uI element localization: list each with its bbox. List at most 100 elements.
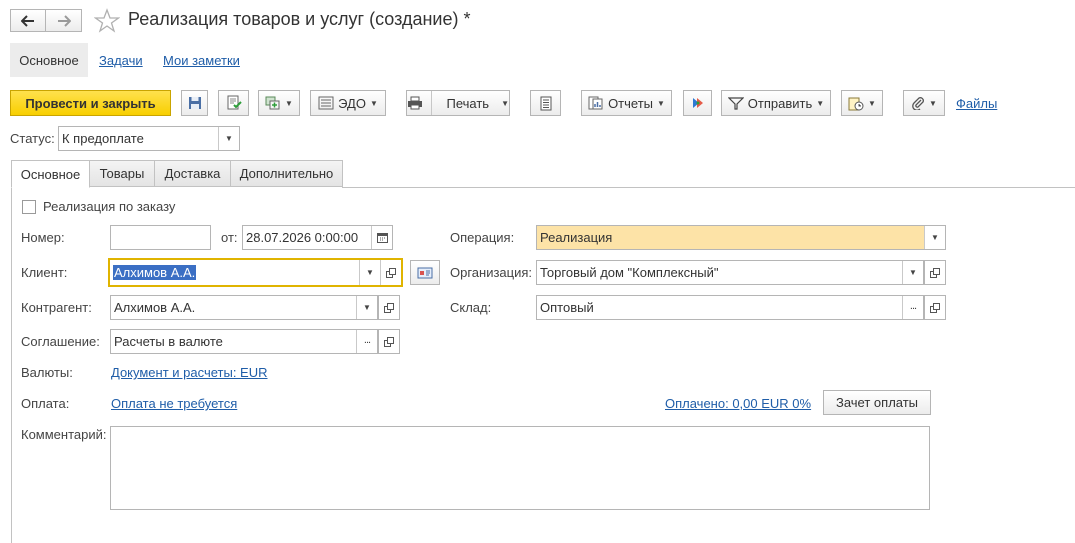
process-map-button[interactable] bbox=[683, 90, 712, 116]
save-button[interactable] bbox=[181, 90, 208, 116]
open-icon bbox=[384, 336, 394, 347]
back-button[interactable] bbox=[10, 9, 46, 32]
by-order-checkbox[interactable] bbox=[22, 200, 36, 214]
create-based-on-button[interactable]: ▼ bbox=[258, 90, 300, 116]
tab-additional[interactable]: Дополнительно bbox=[230, 160, 343, 187]
date-from-label: от: bbox=[221, 230, 238, 245]
tab-panel-border bbox=[11, 187, 12, 543]
chevron-down-icon: ▼ bbox=[501, 98, 509, 108]
chevron-down-icon[interactable]: ▼ bbox=[359, 260, 380, 285]
reports-icon bbox=[588, 96, 603, 110]
organization-value: Торговый дом "Комплексный" bbox=[540, 265, 719, 280]
client-label: Клиент: bbox=[21, 265, 68, 280]
reports-button[interactable]: Отчеты ▼ bbox=[581, 90, 672, 116]
edo-button[interactable]: ЭДО ▼ bbox=[310, 90, 386, 116]
chevron-down-icon: ▼ bbox=[657, 98, 665, 108]
topnav-main[interactable]: Основное bbox=[10, 43, 88, 77]
client-card-button[interactable] bbox=[410, 260, 440, 285]
save-icon bbox=[188, 97, 201, 109]
send-label: Отправить bbox=[747, 95, 813, 111]
organization-input[interactable]: Торговый дом "Комплексный" ▼ bbox=[536, 260, 924, 285]
chevron-down-icon[interactable]: ▼ bbox=[218, 127, 239, 150]
agreement-open-button[interactable] bbox=[378, 329, 400, 354]
payment-link[interactable]: Оплата не требуется bbox=[111, 396, 237, 411]
number-input[interactable] bbox=[110, 225, 211, 250]
chevron-down-icon: ▼ bbox=[929, 98, 937, 108]
comment-value bbox=[111, 427, 929, 430]
counterparty-value: Алхимов А.А. bbox=[114, 300, 196, 315]
payment-label: Оплата: bbox=[21, 396, 70, 411]
chevron-down-icon: ▼ bbox=[285, 98, 293, 108]
print-button[interactable]: Печать ▼ bbox=[406, 90, 510, 116]
organization-label: Организация: bbox=[450, 265, 533, 280]
tab-main[interactable]: Основное bbox=[11, 160, 90, 188]
favorite-star-icon[interactable] bbox=[93, 8, 121, 36]
by-order-label: Реализация по заказу bbox=[43, 199, 176, 214]
edo-icon bbox=[318, 96, 334, 110]
post-document-icon bbox=[227, 95, 242, 110]
open-icon bbox=[930, 267, 940, 278]
page-title: Реализация товаров и услуг (создание) * bbox=[128, 9, 471, 29]
counterparty-input[interactable]: Алхимов А.А. ▼ bbox=[110, 295, 378, 320]
warehouse-input[interactable]: Оптовый ... bbox=[536, 295, 924, 320]
date-value: 28.07.2026 0:00:00 bbox=[246, 230, 359, 245]
arrow-right-icon bbox=[57, 14, 71, 27]
status-label: Статус: bbox=[10, 131, 55, 146]
paperclip-icon bbox=[912, 97, 924, 110]
paid-link[interactable]: Оплачено: 0,00 EUR 0% bbox=[665, 396, 811, 411]
chevron-down-icon[interactable]: ▼ bbox=[902, 261, 923, 284]
send-icon bbox=[727, 97, 744, 110]
organization-open-button[interactable] bbox=[924, 260, 946, 285]
currency-label: Валюты: bbox=[21, 365, 73, 380]
agreement-value: Расчеты в валюте bbox=[114, 334, 223, 349]
select-dots-icon[interactable]: ... bbox=[356, 330, 377, 353]
status-select[interactable]: К предоплате ▼ bbox=[58, 126, 240, 151]
counterparty-open-button[interactable] bbox=[378, 295, 400, 320]
files-link[interactable]: Файлы bbox=[956, 96, 997, 111]
chevron-down-icon[interactable]: ▼ bbox=[356, 296, 377, 319]
create-based-on-icon bbox=[265, 96, 280, 110]
number-label: Номер: bbox=[21, 230, 65, 245]
warehouse-open-button[interactable] bbox=[924, 295, 946, 320]
open-icon[interactable] bbox=[380, 260, 401, 285]
print-label: Печать bbox=[446, 95, 490, 111]
client-input[interactable]: Алхимов А.А. ▼ bbox=[108, 258, 403, 287]
client-value: Алхимов А.А. bbox=[113, 265, 197, 280]
open-icon bbox=[384, 302, 394, 313]
status-value: К предоплате bbox=[62, 131, 144, 146]
card-icon bbox=[417, 267, 433, 278]
send-button[interactable]: Отправить ▼ bbox=[721, 90, 831, 116]
tab-goods[interactable]: Товары bbox=[89, 160, 155, 187]
tab-delivery[interactable]: Доставка bbox=[154, 160, 231, 187]
structure-button[interactable] bbox=[530, 90, 561, 116]
chevron-down-icon: ▼ bbox=[369, 98, 378, 108]
date-input[interactable]: 28.07.2026 0:00:00 bbox=[242, 225, 393, 250]
printer-icon bbox=[407, 96, 424, 110]
topnav-tasks-link[interactable]: Задачи bbox=[99, 53, 143, 68]
agreement-input[interactable]: Расчеты в валюте ... bbox=[110, 329, 378, 354]
task-clock-icon bbox=[848, 97, 864, 110]
arrow-left-icon bbox=[21, 14, 34, 27]
play-flow-icon bbox=[692, 98, 703, 108]
tasks-menu-button[interactable]: ▼ bbox=[841, 90, 883, 116]
warehouse-value: Оптовый bbox=[540, 300, 594, 315]
warehouse-label: Склад: bbox=[450, 300, 492, 315]
calendar-icon[interactable] bbox=[371, 226, 392, 249]
post-button[interactable] bbox=[218, 90, 249, 116]
chevron-down-icon: ▼ bbox=[816, 98, 825, 108]
payment-offset-button[interactable]: Зачет оплаты bbox=[823, 390, 931, 415]
edo-label: ЭДО bbox=[338, 95, 366, 111]
topnav-notes-link[interactable]: Мои заметки bbox=[163, 53, 240, 68]
operation-select[interactable]: Реализация ▼ bbox=[536, 225, 946, 250]
attach-button[interactable]: ▼ bbox=[903, 90, 945, 116]
post-and-close-label: Провести и закрыть bbox=[25, 95, 156, 111]
comment-textarea[interactable] bbox=[110, 426, 930, 510]
document-list-icon bbox=[540, 96, 551, 110]
reports-label: Отчеты bbox=[608, 95, 653, 111]
chevron-down-icon[interactable]: ▼ bbox=[924, 226, 945, 249]
post-and-close-button[interactable]: Провести и закрыть bbox=[10, 90, 171, 116]
tab-strip-line bbox=[342, 187, 1075, 188]
select-dots-icon[interactable]: ... bbox=[902, 296, 923, 319]
forward-button[interactable] bbox=[46, 9, 82, 32]
currency-link[interactable]: Документ и расчеты: EUR bbox=[111, 365, 268, 380]
